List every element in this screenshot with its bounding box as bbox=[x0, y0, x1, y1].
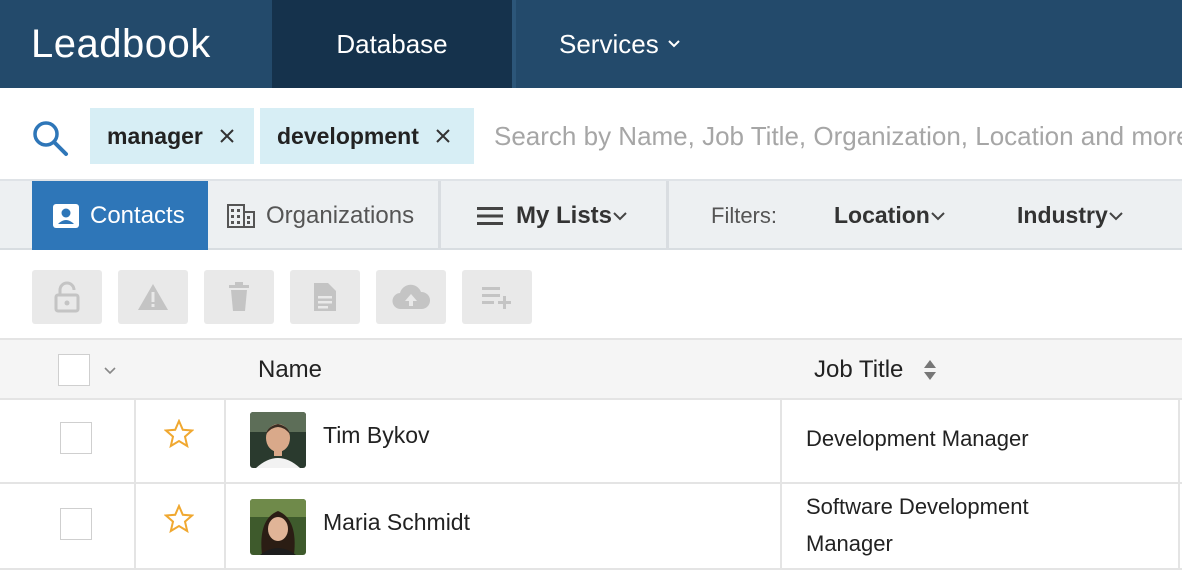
star-icon[interactable] bbox=[164, 504, 194, 534]
star-icon[interactable] bbox=[164, 419, 194, 449]
nav-divider bbox=[512, 0, 516, 88]
cloud-upload-icon bbox=[392, 284, 430, 310]
column-header-job-title-label: Job Title bbox=[814, 356, 904, 383]
column-header-job-title[interactable]: Job Title bbox=[814, 340, 937, 400]
job-title: Software Development Manager bbox=[806, 494, 1029, 556]
filter-location[interactable]: Location bbox=[834, 181, 946, 250]
close-icon[interactable] bbox=[219, 128, 235, 144]
tab-divider bbox=[438, 181, 441, 250]
action-toolbar bbox=[0, 250, 1182, 338]
chevron-down-icon bbox=[613, 211, 627, 220]
avatar[interactable] bbox=[250, 412, 306, 468]
chevron-down-icon[interactable] bbox=[103, 366, 117, 376]
app-logo[interactable]: Leadbook bbox=[31, 22, 211, 67]
warning-icon bbox=[138, 284, 168, 310]
row-checkbox[interactable] bbox=[60, 508, 92, 540]
column-divider bbox=[134, 484, 136, 568]
column-divider bbox=[224, 484, 226, 568]
unlock-button[interactable] bbox=[32, 270, 102, 324]
close-icon[interactable] bbox=[435, 128, 451, 144]
filter-industry-label: Industry bbox=[1017, 202, 1108, 228]
upload-button[interactable] bbox=[376, 270, 446, 324]
column-divider bbox=[780, 400, 782, 482]
row-checkbox[interactable] bbox=[60, 422, 92, 454]
document-icon bbox=[314, 283, 336, 311]
delete-button[interactable] bbox=[204, 270, 274, 324]
tab-my-lists[interactable]: My Lists bbox=[476, 181, 628, 250]
tab-divider bbox=[666, 181, 669, 250]
document-button[interactable] bbox=[290, 270, 360, 324]
filter-industry[interactable]: Industry bbox=[1017, 181, 1124, 250]
add-to-list-icon bbox=[482, 287, 511, 309]
tab-contacts[interactable]: Contacts bbox=[32, 181, 208, 250]
table-header: Name Job Title bbox=[0, 338, 1182, 400]
unlock-icon bbox=[54, 281, 80, 313]
add-to-list-button[interactable] bbox=[462, 270, 532, 324]
tab-bar: Contacts Organizations My Lists Filters:… bbox=[0, 181, 1182, 250]
column-header-name[interactable]: Name bbox=[258, 340, 322, 400]
filters-label: Filters: bbox=[711, 202, 777, 228]
top-nav: Leadbook Database Services bbox=[0, 0, 1182, 88]
tab-organizations-label: Organizations bbox=[266, 201, 415, 229]
tab-my-lists-label: My Lists bbox=[516, 201, 613, 229]
table-row[interactable]: Maria Schmidt Software Development Manag… bbox=[0, 484, 1182, 570]
chevron-down-icon bbox=[667, 40, 680, 48]
contact-name[interactable]: Maria Schmidt bbox=[323, 509, 470, 536]
chip-label: manager bbox=[107, 122, 203, 149]
column-divider bbox=[780, 484, 782, 568]
avatar[interactable] bbox=[250, 499, 306, 555]
menu-icon bbox=[477, 206, 503, 225]
chevron-down-icon bbox=[1109, 211, 1123, 220]
job-title: Development Manager bbox=[806, 426, 1029, 451]
report-button[interactable] bbox=[118, 270, 188, 324]
contact-card-icon bbox=[53, 203, 79, 228]
search-bar: manager development bbox=[0, 88, 1182, 181]
sort-icon[interactable] bbox=[923, 358, 937, 382]
column-divider bbox=[224, 400, 226, 482]
tab-organizations[interactable]: Organizations bbox=[226, 181, 414, 250]
table-row[interactable]: Tim Bykov Development Manager bbox=[0, 400, 1182, 484]
contact-name[interactable]: Tim Bykov bbox=[323, 422, 430, 449]
search-input[interactable] bbox=[494, 112, 1182, 160]
building-icon bbox=[227, 203, 255, 228]
tab-contacts-label: Contacts bbox=[90, 201, 185, 229]
filter-location-label: Location bbox=[834, 202, 930, 228]
nav-services-label: Services bbox=[559, 28, 659, 59]
column-divider bbox=[134, 400, 136, 482]
nav-database-label: Database bbox=[336, 28, 448, 59]
column-divider bbox=[1178, 484, 1180, 568]
search-icon[interactable] bbox=[31, 119, 69, 157]
trash-icon bbox=[229, 282, 249, 311]
nav-database[interactable]: Database bbox=[272, 0, 512, 88]
select-all-checkbox[interactable] bbox=[58, 354, 90, 386]
search-chip-development: development bbox=[260, 108, 474, 164]
chevron-down-icon bbox=[931, 211, 945, 220]
nav-services[interactable]: Services bbox=[559, 0, 681, 88]
search-chip-manager: manager bbox=[90, 108, 254, 164]
column-divider bbox=[1178, 400, 1180, 482]
chip-label: development bbox=[277, 122, 419, 149]
